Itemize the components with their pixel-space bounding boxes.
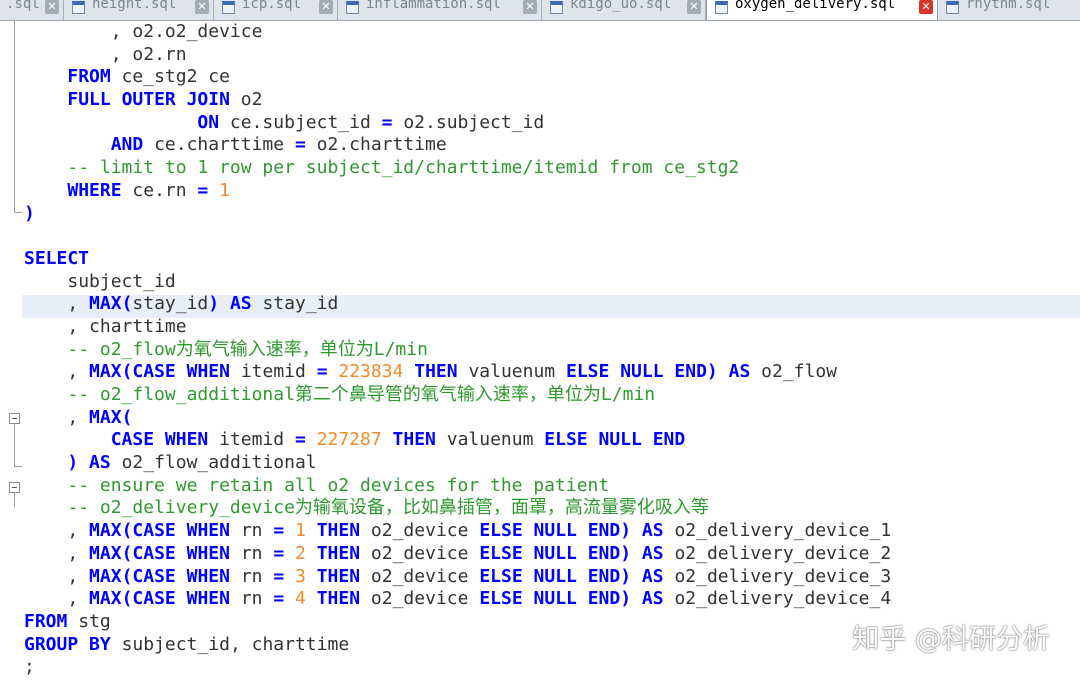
code-line[interactable]: , MAX(CASE WHEN rn = 1 THEN o2_device EL… — [24, 520, 891, 543]
code-line[interactable]: , o2.rn — [24, 44, 891, 67]
code-line[interactable]: GROUP BY subject_id, charttime — [24, 634, 891, 657]
code-line[interactable]: , charttime — [24, 316, 891, 339]
tab-height[interactable]: height.sql ✕ — [64, 0, 214, 20]
tab-rhythm[interactable]: rhythm.sql — [938, 0, 1080, 20]
code-line[interactable]: , MAX(stay_id) AS stay_id — [24, 293, 891, 316]
code-line[interactable]: ) — [24, 203, 891, 226]
close-icon[interactable]: ✕ — [195, 0, 209, 14]
code-line[interactable]: , MAX(CASE WHEN rn = 2 THEN o2_device EL… — [24, 543, 891, 566]
sql-file-icon — [72, 1, 85, 14]
code-line[interactable]: AND ce.charttime = o2.charttime — [24, 134, 891, 157]
fold-end-marker — [14, 212, 22, 213]
tab-label: inflammation.sql — [366, 0, 501, 12]
code-line[interactable]: SELECT — [24, 248, 891, 271]
fold-guide — [14, 493, 15, 507]
code-line[interactable]: ; — [24, 656, 891, 679]
code-line[interactable]: subject_id — [24, 271, 891, 294]
tab-label: rhythm.sql — [966, 0, 1051, 12]
close-icon[interactable]: ✕ — [523, 0, 537, 14]
code-line[interactable]: -- limit to 1 row per subject_id/chartti… — [24, 157, 891, 180]
code-line[interactable]: CASE WHEN itemid = 227287 THEN valuenum … — [24, 429, 891, 452]
tab-inflammation[interactable]: inflammation.sql ✕ — [338, 0, 542, 20]
sql-file-icon — [222, 1, 235, 14]
sql-file-icon — [946, 1, 959, 14]
fold-toggle-icon[interactable] — [9, 482, 20, 493]
code-line[interactable] — [24, 225, 891, 248]
code-line[interactable]: FROM stg — [24, 611, 891, 634]
code-line[interactable]: -- o2_flow为氧气输入速率，单位为L/min — [24, 339, 891, 362]
code-line[interactable]: , MAX(CASE WHEN rn = 4 THEN o2_device EL… — [24, 588, 891, 611]
sql-file-icon — [550, 1, 563, 14]
fold-toggle-icon[interactable] — [9, 413, 20, 424]
tab-kdigo-uo[interactable]: kdigo_uo.sql ✕ — [542, 0, 706, 20]
tab-label: height.sql — [92, 0, 177, 12]
tab-label: oxygen_delivery.sql — [735, 0, 896, 12]
code-line[interactable]: -- ensure we retain all o2 devices for t… — [24, 475, 891, 498]
code-line[interactable]: FROM ce_stg2 ce — [24, 66, 891, 89]
close-icon[interactable]: ✕ — [45, 0, 59, 14]
tab-oxygen-delivery[interactable]: oxygen_delivery.sql ✕ — [706, 0, 938, 20]
code-line[interactable]: , o2.o2_device — [24, 21, 891, 44]
watermark: 知乎 @科研分析 — [852, 624, 1050, 655]
tab-icp[interactable]: icp.sql ✕ — [214, 0, 338, 20]
close-icon[interactable]: ✕ — [319, 0, 333, 14]
code-line[interactable]: FULL OUTER JOIN o2 — [24, 89, 891, 112]
sql-file-icon — [346, 1, 359, 14]
close-icon[interactable]: ✕ — [687, 0, 701, 14]
code-text[interactable]: , o2.o2_device , o2.rn FROM ce_stg2 ce F… — [24, 21, 891, 679]
code-line[interactable]: ON ce.subject_id = o2.subject_id — [24, 112, 891, 135]
code-line[interactable]: , MAX(CASE WHEN rn = 3 THEN o2_device EL… — [24, 566, 891, 589]
code-editor[interactable]: , o2.o2_device , o2.rn FROM ce_stg2 ce F… — [0, 21, 1080, 686]
code-line[interactable]: ) AS o2_flow_additional — [24, 452, 891, 475]
close-icon[interactable]: ✕ — [919, 0, 933, 14]
fold-guide — [14, 424, 15, 466]
code-line[interactable]: , MAX(CASE WHEN itemid = 223834 THEN val… — [24, 361, 891, 384]
editor-tab-bar: .sql ✕ height.sql ✕ icp.sql ✕ inflammati… — [0, 0, 1080, 21]
code-line[interactable]: , MAX( — [24, 407, 891, 430]
code-line[interactable]: WHERE ce.rn = 1 — [24, 180, 891, 203]
tab-label: icp.sql — [242, 0, 302, 12]
code-line[interactable]: -- o2_delivery_device为输氧设备，比如鼻插管，面罩，高流量雾… — [24, 497, 891, 520]
tab-sql[interactable]: .sql ✕ — [0, 0, 64, 20]
fold-gutter — [0, 21, 22, 686]
tab-label: .sql — [6, 0, 40, 12]
code-line[interactable]: -- o2_flow_additional第二个鼻导管的氧气输入速率，单位为L/… — [24, 384, 891, 407]
tab-label: kdigo_uo.sql — [570, 0, 672, 12]
fold-end-marker — [14, 466, 22, 467]
sql-file-icon — [715, 1, 728, 14]
fold-guide — [14, 21, 15, 212]
